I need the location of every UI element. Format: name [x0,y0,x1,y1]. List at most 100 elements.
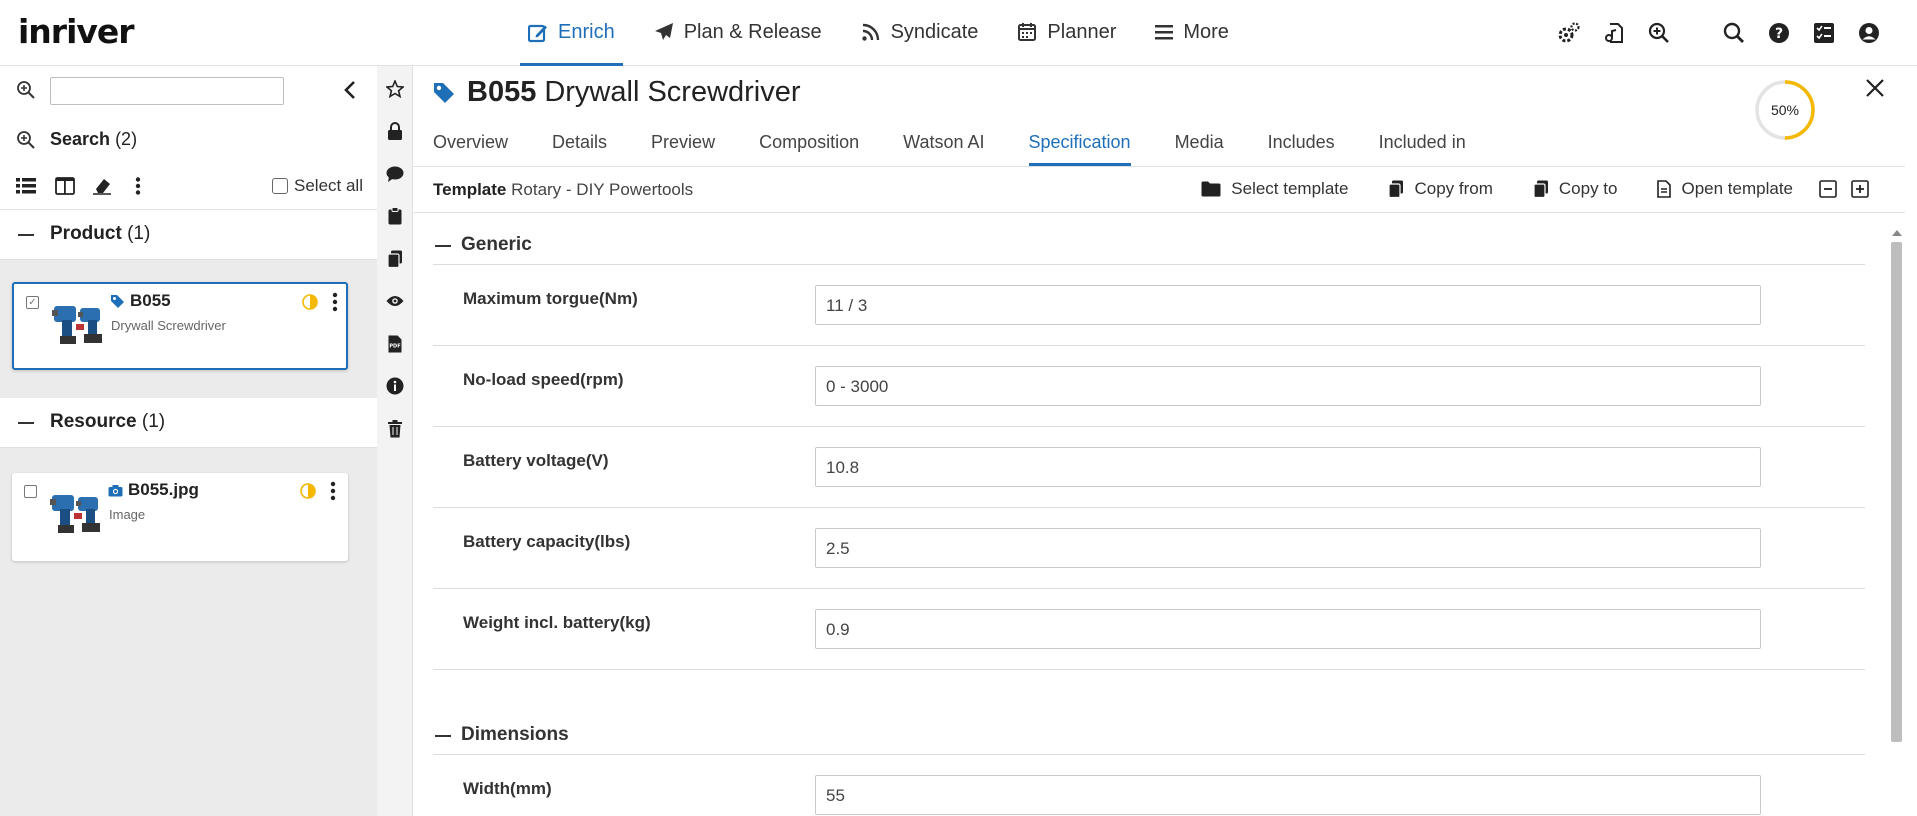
field-input[interactable]: 11 / 3 [815,285,1761,325]
clipboard-icon[interactable] [386,207,404,225]
tab-preview[interactable]: Preview [651,122,715,166]
file-music-icon[interactable] [1591,18,1636,48]
copy-from-button[interactable]: Copy from [1388,179,1493,199]
edit-icon [528,23,548,43]
tag-icon [433,82,455,104]
quick-search-row [0,66,377,116]
spec-field-row: Battery capacity(lbs) 2.5 [433,508,1865,589]
product-card-name: B055 [110,291,171,311]
scrollbar-thumb[interactable] [1891,242,1902,742]
pdf-icon[interactable]: PDF [386,335,404,353]
tab-included-in[interactable]: Included in [1379,122,1466,166]
open-template-button[interactable]: Open template [1657,179,1793,199]
collapse-panel-icon[interactable] [343,80,357,100]
app-logo[interactable]: inriver [18,12,135,51]
search-results-row[interactable]: Search (2) [0,116,377,162]
tab-composition[interactable]: Composition [759,122,859,166]
field-label: Maximum torgue(Nm) [463,289,638,308]
main-nav: Enrich Plan & Release Syndicate Planner … [520,0,1260,66]
more-options-icon[interactable] [135,177,141,195]
collapse-dash-icon [435,245,451,247]
select-all-checkbox[interactable]: Select all [272,176,363,196]
card-checkbox[interactable]: ✓ [26,296,39,309]
tab-overview[interactable]: Overview [433,122,508,166]
group-dimensions-header[interactable]: Dimensions [433,715,1865,755]
field-input[interactable]: 55 [815,775,1761,815]
trash-icon[interactable] [386,420,404,438]
expand-all-icon[interactable] [1851,180,1869,198]
template-actions: Select template Copy from Copy to Open t… [1161,179,1869,199]
template-label: Template Rotary - DIY Powertools [433,180,694,199]
field-input[interactable]: 10.8 [815,447,1761,487]
resource-card-subtitle: Image [109,507,146,522]
tasks-icon[interactable] [1801,18,1846,48]
zoom-icon[interactable] [16,80,36,100]
split-view-icon[interactable] [55,177,75,195]
search-icon[interactable] [1711,18,1756,48]
checkbox[interactable] [272,178,288,194]
product-section-title: Product (1) [50,223,151,244]
copy-to-button[interactable]: Copy to [1533,179,1617,199]
resource-section-header[interactable]: Resource (1) [0,398,377,448]
field-input[interactable]: 2.5 [815,528,1761,568]
tab-details[interactable]: Details [552,122,607,166]
field-label: Weight incl. battery(kg) [463,613,651,632]
entity-detail: B055 Drywall Screwdriver 50% Overview De… [413,66,1905,816]
tab-specification[interactable]: Specification [1028,122,1131,166]
card-menu-icon[interactable] [330,481,336,501]
close-icon[interactable] [1865,78,1885,98]
lock-icon[interactable] [386,122,404,140]
resource-card-name: B055.jpg [108,480,199,500]
search-label: Search (2) [50,129,138,149]
info-icon[interactable] [386,377,404,395]
nav-planner-label: Planner [1047,20,1117,43]
nav-more-label: More [1183,20,1229,43]
collapse-all-icon[interactable] [1819,180,1837,198]
tab-includes[interactable]: Includes [1268,122,1335,166]
product-card[interactable]: ✓ B055 Drywall Screwdriver [12,282,348,370]
copy-icon [1388,180,1404,198]
comment-icon[interactable] [386,165,404,183]
help-icon[interactable]: ? [1756,18,1801,48]
tab-watson-ai[interactable]: Watson AI [903,122,984,166]
svg-text:?: ? [1774,26,1782,42]
select-all-label: Select all [294,176,363,195]
user-icon[interactable] [1846,18,1891,48]
product-thumbnail [50,296,106,348]
select-template-button[interactable]: Select template [1201,179,1348,199]
card-checkbox[interactable] [24,485,37,498]
nav-planner[interactable]: Planner [1009,0,1124,64]
nav-more[interactable]: More [1147,0,1237,64]
half-circle-icon [302,294,318,310]
completeness-indicator[interactable]: 50% [1753,78,1817,142]
entity-title: B055 Drywall Screwdriver [433,76,801,109]
specification-content: Generic Maximum torgue(Nm) 11 / 3 No-loa… [433,213,1865,816]
nav-syndicate[interactable]: Syndicate [853,0,987,64]
nav-enrich[interactable]: Enrich [520,0,623,66]
card-menu-icon[interactable] [332,292,338,312]
entity-action-rail: PDF [377,66,413,816]
group-title: Generic [461,234,532,255]
svg-text:PDF: PDF [389,344,400,350]
eye-icon[interactable] [386,292,404,310]
resource-section-title: Resource (1) [50,411,166,432]
tab-media[interactable]: Media [1175,122,1224,166]
zoom-in-icon[interactable] [1636,18,1681,48]
resource-card[interactable]: B055.jpg Image [12,473,348,561]
spec-field-row: Weight incl. battery(kg) 0.9 [433,589,1865,670]
collapse-dash-icon [435,735,451,737]
content-scrollbar[interactable] [1889,228,1903,816]
copy-icon[interactable] [386,250,404,268]
eraser-icon[interactable] [92,177,112,195]
group-generic-header[interactable]: Generic [433,225,1865,265]
field-input[interactable]: 0 - 3000 [815,366,1761,406]
settings-icon[interactable] [1546,18,1591,48]
search-input[interactable] [50,77,284,105]
scroll-up-arrow[interactable] [1892,230,1902,236]
nav-plan-release[interactable]: Plan & Release [646,0,830,64]
field-input[interactable]: 0.9 [815,609,1761,649]
list-view-icon[interactable] [16,177,36,195]
star-icon[interactable] [386,80,404,98]
hamburger-icon [1155,23,1174,41]
product-section-header[interactable]: Product (1) [0,210,377,260]
